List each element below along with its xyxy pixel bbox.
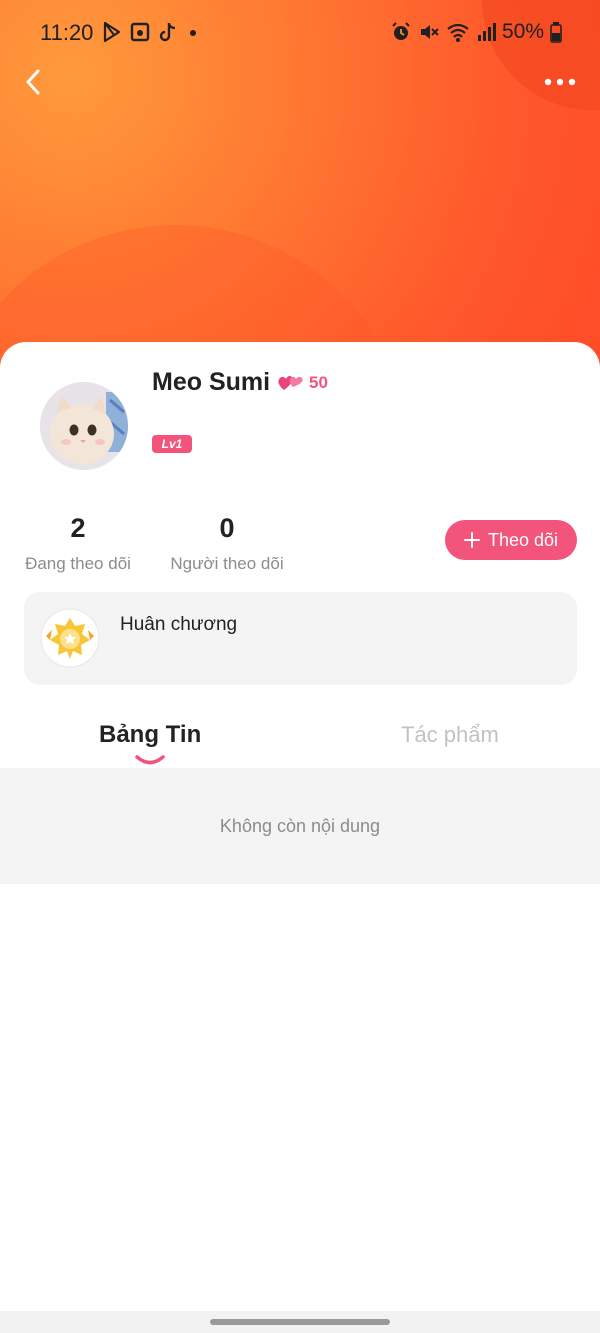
- followers-count: 0: [219, 513, 235, 543]
- wifi-icon: [447, 23, 469, 42]
- media-icon: [130, 22, 150, 42]
- home-indicator[interactable]: [210, 1319, 390, 1325]
- mute-icon: [420, 25, 439, 39]
- level-badge: Lv1: [152, 435, 192, 453]
- feed-content: Không còn nội dung: [0, 768, 600, 884]
- battery-icon: [550, 22, 562, 43]
- play-store-icon: [103, 21, 121, 43]
- cat-avatar-image: [40, 382, 128, 470]
- alarm-icon: [392, 22, 410, 40]
- tiktok-icon: [159, 23, 176, 42]
- status-time: 11:20: [40, 20, 94, 45]
- user-name: Meo Sumi: [152, 368, 271, 396]
- follow-button[interactable]: Theo dõi: [445, 520, 577, 560]
- more-options-button[interactable]: [540, 68, 580, 96]
- status-left-icons: [102, 21, 200, 43]
- tab-active-indicator: [135, 755, 165, 765]
- more-dots-icon: [544, 78, 576, 86]
- signal-icon: [477, 23, 496, 41]
- plus-icon: [463, 532, 480, 548]
- status-right-icons: 50%: [390, 20, 562, 44]
- tab-feed[interactable]: Bảng Tin: [99, 721, 201, 749]
- avatar[interactable]: [40, 382, 128, 470]
- hearts-icon: [278, 375, 303, 390]
- following-stat[interactable]: 2 Đang theo dõi: [18, 513, 138, 574]
- followers-label: Người theo dõi: [170, 554, 284, 573]
- medal-icon: [40, 608, 100, 668]
- following-label: Đang theo dõi: [25, 554, 131, 573]
- medal-label: Huân chương: [120, 614, 238, 635]
- empty-message: Không còn nội dung: [219, 815, 381, 836]
- followers-stat[interactable]: 0 Người theo dõi: [162, 513, 292, 574]
- dot-icon: [190, 30, 196, 36]
- battery-percent: 50%: [501, 20, 544, 43]
- tab-works[interactable]: Tác phẩm: [401, 722, 499, 748]
- status-bar: 11:20 50%: [0, 0, 600, 66]
- medal-section[interactable]: Huân chương: [24, 592, 577, 685]
- following-count: 2: [70, 513, 86, 543]
- hearts-count: 50: [309, 373, 328, 392]
- chevron-left-icon: [26, 69, 40, 95]
- back-button[interactable]: [20, 64, 56, 100]
- follow-button-label: Theo dõi: [487, 529, 559, 550]
